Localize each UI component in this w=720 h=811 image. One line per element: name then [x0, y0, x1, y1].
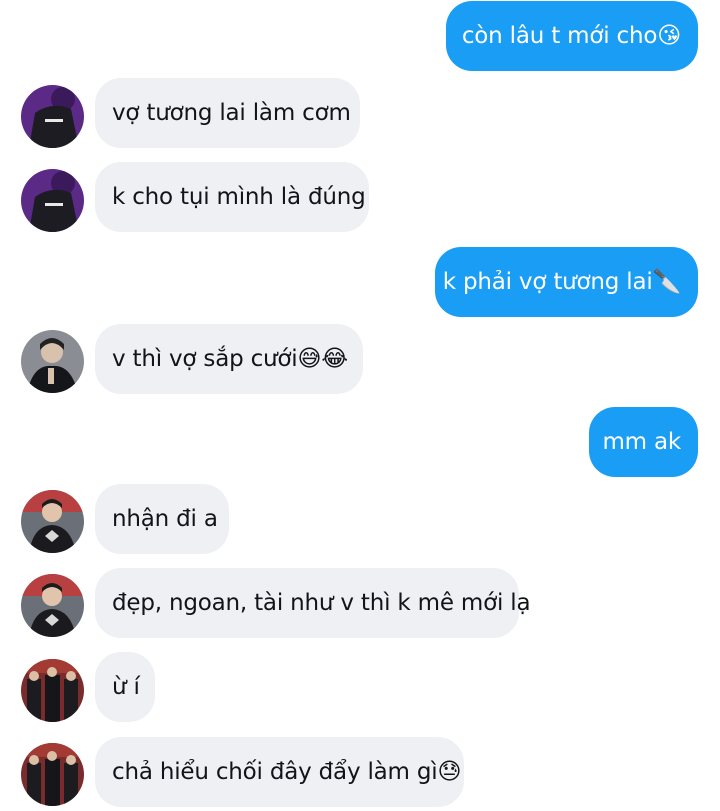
incoming-message-bubble[interactable]: vợ tương lai làm cơm — [95, 78, 360, 148]
avatar-red-jersey-image — [21, 574, 84, 637]
avatar-team-group-image — [21, 743, 84, 806]
incoming-message-bubble[interactable]: v thì vợ sắp cưới😅😂 — [95, 324, 363, 394]
message-text: v thì vợ sắp cưới😅😂 — [112, 345, 348, 372]
incoming-message-bubble[interactable]: đẹp, ngoan, tài như v thì k mê mới lạ — [95, 568, 531, 638]
message-text: còn lâu t mới cho😘 — [461, 22, 681, 49]
avatar-purple-jacket-image — [21, 85, 84, 148]
message-text: đẹp, ngoan, tài như v thì k mê mới lạ — [112, 589, 531, 616]
message-text: nhận đi a — [112, 505, 218, 532]
message-text: ừ í — [112, 673, 140, 700]
outgoing-message-bubble[interactable]: k phải vợ tương lai🔪 — [435, 247, 698, 317]
outgoing-message-bubble[interactable]: còn lâu t mới cho😘 — [446, 1, 698, 71]
message-text: chả hiểu chối đây đẩy làm gì😓 — [112, 758, 462, 785]
avatar[interactable] — [21, 85, 84, 148]
message-text: k phải vợ tương lai🔪 — [442, 268, 681, 295]
incoming-message-bubble[interactable]: k cho tụi mình là đúng — [95, 162, 369, 232]
message-text: k cho tụi mình là đúng — [112, 183, 366, 210]
outgoing-message-bubble[interactable]: mm ak — [589, 407, 698, 477]
avatar[interactable] — [21, 169, 84, 232]
avatar[interactable] — [21, 574, 84, 637]
avatar[interactable] — [21, 659, 84, 722]
avatar-dark-portrait-image — [21, 330, 84, 393]
chat-thread: còn lâu t mới cho😘 vợ tương lai làm cơm … — [0, 0, 720, 811]
avatar-purple-jacket-image — [21, 169, 84, 232]
avatar-team-group-image — [21, 659, 84, 722]
avatar-red-jersey-image — [21, 490, 84, 553]
message-text: mm ak — [602, 428, 681, 455]
message-text: vợ tương lai làm cơm — [112, 99, 351, 126]
incoming-message-bubble[interactable]: chả hiểu chối đây đẩy làm gì😓 — [95, 737, 464, 807]
incoming-message-bubble[interactable]: ừ í — [95, 652, 155, 722]
incoming-message-bubble[interactable]: nhận đi a — [95, 484, 229, 554]
avatar[interactable] — [21, 490, 84, 553]
avatar[interactable] — [21, 330, 84, 393]
avatar[interactable] — [21, 743, 84, 806]
